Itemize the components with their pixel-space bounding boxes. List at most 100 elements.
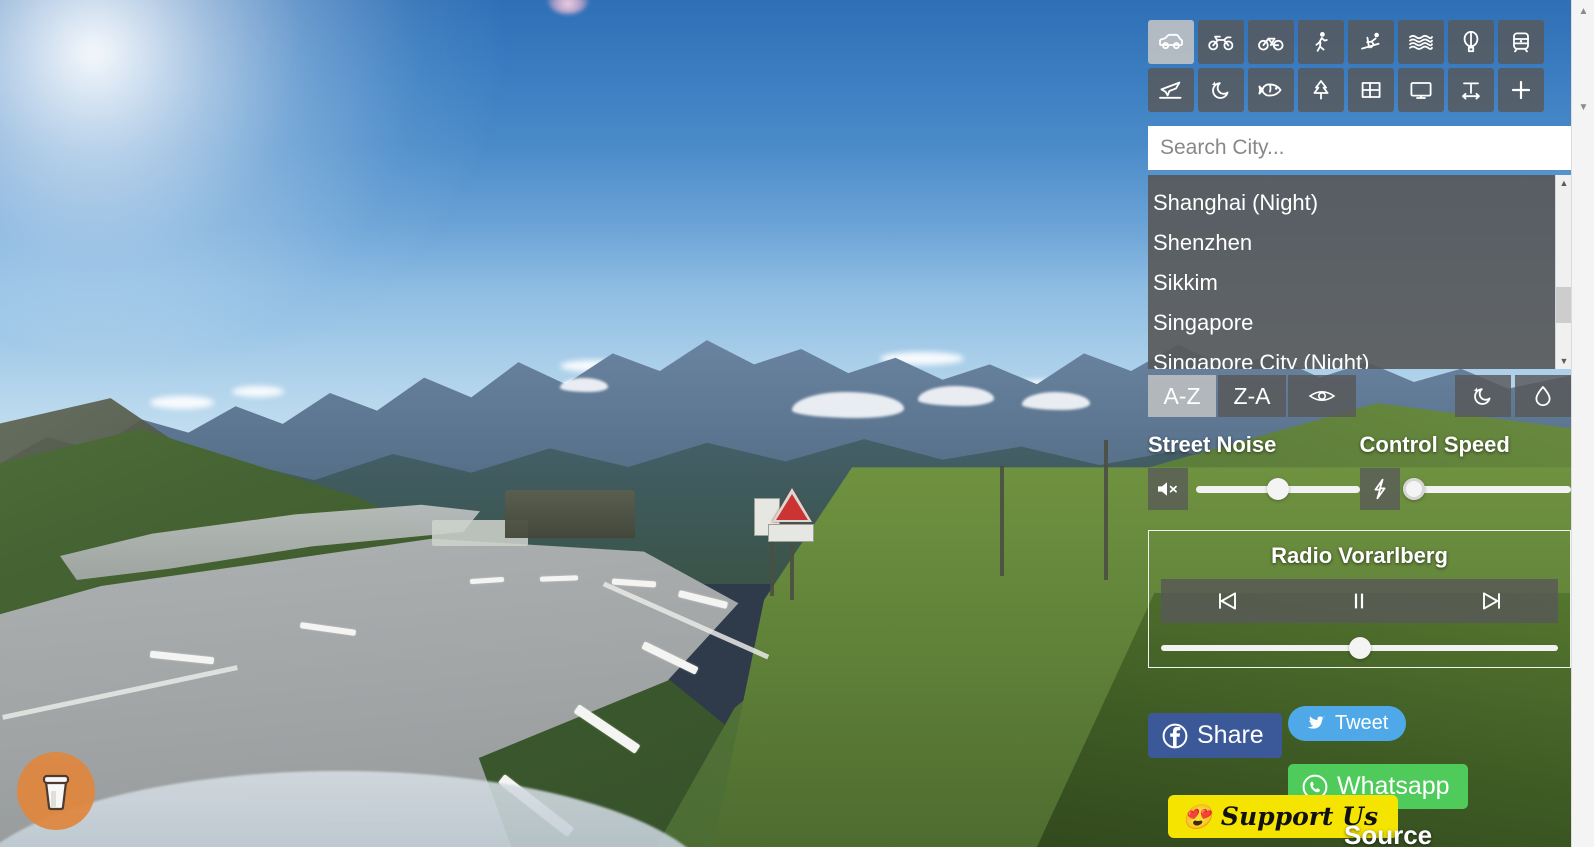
motorbike-icon	[1208, 35, 1234, 51]
radio-station-name: Radio Vorarlberg	[1271, 543, 1448, 568]
city-list-item[interactable]: Singapore	[1148, 303, 1555, 343]
control-panel: Shanghai (Night) Shenzhen Sikkim Singapo…	[1148, 0, 1572, 847]
window-icon	[1361, 82, 1381, 98]
width-icon	[1462, 82, 1480, 100]
utility-pole	[1000, 466, 1004, 576]
moon-star-icon	[1473, 387, 1491, 405]
radio-volume-slider[interactable]	[1161, 637, 1558, 659]
hot-air-balloon-icon-button[interactable]	[1448, 20, 1494, 64]
city-list-item[interactable]: Sikkim	[1148, 263, 1555, 303]
water-drop-icon	[1535, 386, 1551, 407]
city-list-item[interactable]: Shanghai (Night)	[1148, 183, 1555, 223]
moon-star-icon	[1211, 81, 1229, 99]
walking-icon-button[interactable]	[1298, 20, 1344, 64]
lightning-bolt-icon	[1374, 478, 1385, 500]
car-icon-button[interactable]	[1148, 20, 1194, 64]
warning-triangle-sign	[772, 488, 812, 522]
mute-speaker-icon	[1158, 482, 1177, 496]
cloud	[232, 386, 284, 397]
app-root: Shanghai (Night) Shenzhen Sikkim Singapo…	[0, 0, 1594, 847]
fish-icon-button[interactable]	[1248, 68, 1294, 112]
car-icon	[1159, 33, 1183, 50]
mute-button[interactable]	[1148, 468, 1188, 510]
heart-eyes-emoji-icon: 😍	[1182, 802, 1212, 831]
control-speed-slider[interactable]	[1403, 478, 1571, 500]
search-input[interactable]	[1148, 126, 1571, 170]
sort-az-button[interactable]: A-Z	[1148, 375, 1216, 417]
facebook-share-button[interactable]: Share	[1148, 713, 1282, 758]
page-scroll-up-arrow-icon[interactable]: ▲	[1572, 0, 1594, 22]
facebook-icon	[1162, 723, 1188, 748]
buy-me-a-coffee-button[interactable]	[17, 752, 95, 830]
gallery-tunnel	[505, 490, 635, 538]
scroll-down-arrow-icon[interactable]: ▼	[1556, 353, 1572, 369]
hot-air-balloon-icon	[1463, 31, 1479, 53]
city-list-item[interactable]: Shenzhen	[1148, 223, 1555, 263]
scrollbar-thumb[interactable]	[1556, 287, 1572, 323]
toggle-visibility-button[interactable]	[1288, 375, 1356, 417]
city-list[interactable]: Shanghai (Night) Shenzhen Sikkim Singapo…	[1148, 175, 1555, 369]
control-speed-thumb[interactable]	[1403, 478, 1426, 500]
skiing-icon	[1361, 32, 1380, 50]
sliders-row: Street Noise Control Speed	[1148, 432, 1571, 510]
twitter-tweet-button[interactable]: Tweet	[1288, 706, 1407, 741]
street-noise-thumb[interactable]	[1266, 478, 1289, 500]
train-icon	[1513, 32, 1529, 53]
radio-transport-controls	[1161, 579, 1558, 623]
tree-icon	[1313, 80, 1329, 100]
plus-icon-button[interactable]	[1498, 68, 1544, 112]
source-link[interactable]: Source	[1344, 820, 1432, 847]
utility-pole	[1104, 440, 1108, 580]
control-speed-control: Control Speed	[1359, 432, 1571, 510]
bicycle-icon	[1258, 37, 1284, 51]
sign-supplement-plate	[768, 524, 814, 542]
waves-icon-button[interactable]	[1398, 20, 1444, 64]
control-speed-label: Control Speed	[1359, 432, 1510, 457]
city-list-item[interactable]: Singapore City (Night)	[1148, 343, 1555, 369]
city-list-scrollbar[interactable]: ▲ ▼	[1555, 175, 1572, 369]
sort-spacer	[1356, 375, 1451, 417]
monitor-icon-button[interactable]	[1398, 68, 1444, 112]
train-icon-button[interactable]	[1498, 20, 1544, 64]
pause-icon	[1355, 593, 1364, 609]
night-mode-button[interactable]	[1455, 375, 1511, 417]
sort-za-button[interactable]: Z-A	[1218, 375, 1286, 417]
bicycle-icon-button[interactable]	[1248, 20, 1294, 64]
skip-previous-icon	[1219, 592, 1237, 610]
speed-boost-button[interactable]	[1359, 468, 1400, 510]
skiing-icon-button[interactable]	[1348, 20, 1394, 64]
radio-player: Radio Vorarlberg	[1148, 530, 1571, 668]
plus-icon	[1511, 80, 1531, 100]
radio-volume-thumb[interactable]	[1348, 637, 1371, 659]
window-icon-button[interactable]	[1348, 68, 1394, 112]
next-station-button[interactable]	[1426, 579, 1558, 623]
snow-cap	[560, 378, 608, 392]
twitter-tweet-label: Tweet	[1335, 712, 1389, 734]
fish-icon	[1258, 83, 1282, 97]
width-icon-button[interactable]	[1448, 68, 1494, 112]
play-pause-button[interactable]	[1293, 579, 1425, 623]
page-scrollbar[interactable]: ▲ ▼	[1571, 0, 1594, 847]
airplane-icon-button[interactable]	[1148, 68, 1194, 112]
page-scroll-down-arrow-icon[interactable]: ▼	[1572, 96, 1594, 118]
mode-toolbar	[1148, 20, 1571, 112]
waves-icon	[1409, 34, 1433, 50]
street-noise-slider[interactable]	[1196, 478, 1360, 500]
motorbike-icon-button[interactable]	[1198, 20, 1244, 64]
airplane-icon	[1159, 81, 1182, 99]
moon-star-icon-button[interactable]	[1198, 68, 1244, 112]
eye-icon	[1308, 391, 1336, 401]
rain-mode-button[interactable]	[1515, 375, 1571, 417]
search-city-field[interactable]	[1148, 126, 1571, 170]
scroll-up-arrow-icon[interactable]: ▲	[1556, 175, 1572, 191]
skip-next-icon	[1482, 592, 1500, 610]
coffee-cup-icon	[42, 774, 70, 811]
monitor-icon	[1410, 82, 1432, 99]
previous-station-button[interactable]	[1161, 579, 1293, 623]
twitter-bird-icon	[1307, 715, 1325, 729]
snow-cap	[1022, 392, 1090, 410]
tree-icon-button[interactable]	[1298, 68, 1344, 112]
street-noise-control: Street Noise	[1148, 432, 1360, 510]
snow-cap	[918, 386, 994, 406]
facebook-share-label: Share	[1197, 721, 1264, 749]
